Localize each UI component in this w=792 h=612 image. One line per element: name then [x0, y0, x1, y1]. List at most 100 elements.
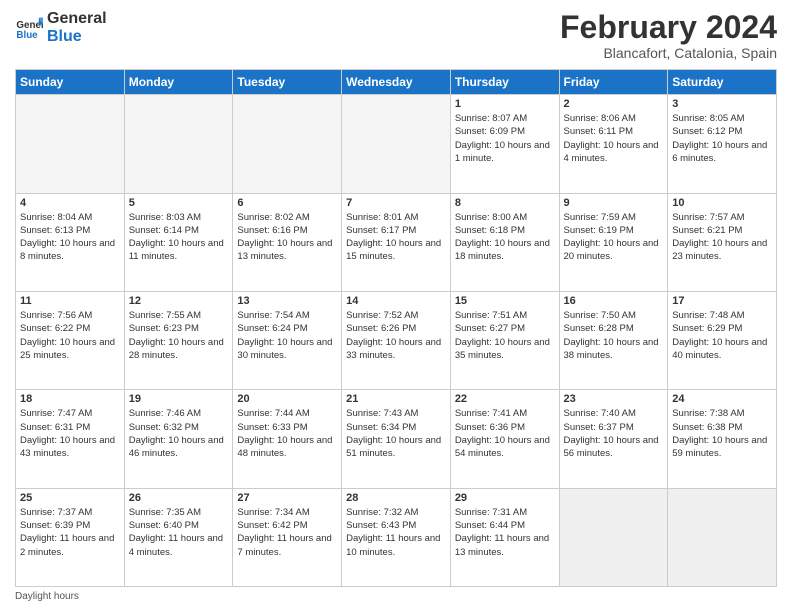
calendar-header-tuesday: Tuesday — [233, 70, 342, 95]
day-info: Sunrise: 8:03 AMSunset: 6:14 PMDaylight:… — [129, 211, 229, 264]
day-number: 10 — [672, 197, 772, 209]
day-info: Sunrise: 7:43 AMSunset: 6:34 PMDaylight:… — [346, 407, 446, 460]
calendar-cell: 23Sunrise: 7:40 AMSunset: 6:37 PMDayligh… — [559, 390, 668, 488]
day-number: 18 — [20, 393, 120, 405]
calendar-cell: 29 Sunrise: 7:31 AMSunset: 6:44 PMDayligh… — [450, 488, 559, 586]
day-number: 25 — [20, 492, 120, 504]
day-info: Sunrise: 8:01 AMSunset: 6:17 PMDaylight:… — [346, 211, 446, 264]
day-number: 19 — [129, 393, 229, 405]
logo-icon: General Blue — [15, 14, 43, 42]
calendar-cell: 14Sunrise: 7:52 AMSunset: 6:26 PMDayligh… — [342, 291, 451, 389]
header: General Blue General Blue February 2024 … — [15, 10, 777, 61]
title-block: February 2024 Blancafort, Catalonia, Spa… — [560, 10, 777, 61]
calendar-header-monday: Monday — [124, 70, 233, 95]
calendar-cell: 28 Sunrise: 7:32 AMSunset: 6:43 PMDayligh… — [342, 488, 451, 586]
day-info: Sunrise: 7:50 AMSunset: 6:28 PMDaylight:… — [564, 309, 664, 362]
calendar-cell: 4 Sunrise: 8:04 AMSunset: 6:13 PMDaylight… — [16, 193, 125, 291]
calendar-cell: 2Sunrise: 8:06 AMSunset: 6:11 PMDaylight… — [559, 95, 668, 193]
day-number: 1 — [455, 98, 555, 110]
calendar-header-thursday: Thursday — [450, 70, 559, 95]
calendar-cell: 19 Sunrise: 7:46 AMSunset: 6:32 PMDayligh… — [124, 390, 233, 488]
day-number: 27 — [237, 492, 337, 504]
calendar-row-2: 11 Sunrise: 7:56 AMSunset: 6:22 PMDayligh… — [16, 291, 777, 389]
logo-line1: General — [47, 10, 107, 28]
day-number: 12 — [129, 295, 229, 307]
day-info: Sunrise: 8:07 AMSunset: 6:09 PMDaylight:… — [455, 112, 555, 165]
day-info: Sunrise: 7:59 AMSunset: 6:19 PMDaylight:… — [564, 211, 664, 264]
day-number: 17 — [672, 295, 772, 307]
calendar-cell: 11 Sunrise: 7:56 AMSunset: 6:22 PMDayligh… — [16, 291, 125, 389]
calendar-cell: 6 Sunrise: 8:02 AMSunset: 6:16 PMDaylight… — [233, 193, 342, 291]
day-info: Sunrise: 7:55 AMSunset: 6:23 PMDaylight:… — [129, 309, 229, 362]
day-number: 22 — [455, 393, 555, 405]
calendar-cell: 22 Sunrise: 7:41 AMSunset: 6:36 PMDayligh… — [450, 390, 559, 488]
day-info: Sunrise: 7:52 AMSunset: 6:26 PMDaylight:… — [346, 309, 446, 362]
calendar-cell: 7 Sunrise: 8:01 AMSunset: 6:17 PMDaylight… — [342, 193, 451, 291]
day-info: Sunrise: 8:04 AMSunset: 6:13 PMDaylight:… — [20, 211, 120, 264]
day-number: 28 — [346, 492, 446, 504]
day-info: Sunrise: 8:00 AMSunset: 6:18 PMDaylight:… — [455, 211, 555, 264]
calendar-cell: 26 Sunrise: 7:35 AMSunset: 6:40 PMDayligh… — [124, 488, 233, 586]
day-info: Sunrise: 7:32 AMSunset: 6:43 PMDaylight:… — [346, 506, 446, 559]
day-info: Sunrise: 7:35 AMSunset: 6:40 PMDaylight:… — [129, 506, 229, 559]
day-number: 11 — [20, 295, 120, 307]
day-info: Sunrise: 7:56 AMSunset: 6:22 PMDaylight:… — [20, 309, 120, 362]
calendar-cell: 1 Sunrise: 8:07 AMSunset: 6:09 PMDaylight… — [450, 95, 559, 193]
day-info: Sunrise: 8:05 AMSunset: 6:12 PMDaylight:… — [672, 112, 772, 165]
calendar-cell: 3 Sunrise: 8:05 AMSunset: 6:12 PMDaylight… — [668, 95, 777, 193]
day-info: Sunrise: 7:47 AMSunset: 6:31 PMDaylight:… — [20, 407, 120, 460]
logo: General Blue General Blue — [15, 10, 107, 45]
day-info: Sunrise: 7:54 AMSunset: 6:24 PMDaylight:… — [237, 309, 337, 362]
calendar-cell: 9 Sunrise: 7:59 AMSunset: 6:19 PMDaylight… — [559, 193, 668, 291]
calendar-cell: 13 Sunrise: 7:54 AMSunset: 6:24 PMDayligh… — [233, 291, 342, 389]
calendar-cell — [124, 95, 233, 193]
day-info: Sunrise: 7:46 AMSunset: 6:32 PMDaylight:… — [129, 407, 229, 460]
page: General Blue General Blue February 2024 … — [0, 0, 792, 612]
calendar-header-row: SundayMondayTuesdayWednesdayThursdayFrid… — [16, 70, 777, 95]
calendar-cell — [559, 488, 668, 586]
day-number: 6 — [237, 197, 337, 209]
calendar-cell: 24Sunrise: 7:38 AMSunset: 6:38 PMDayligh… — [668, 390, 777, 488]
day-number: 4 — [20, 197, 120, 209]
calendar-cell — [233, 95, 342, 193]
day-number: 29 — [455, 492, 555, 504]
day-number: 9 — [564, 197, 664, 209]
svg-text:Blue: Blue — [16, 29, 38, 40]
calendar-cell: 25 Sunrise: 7:37 AMSunset: 6:39 PMDayligh… — [16, 488, 125, 586]
day-info: Sunrise: 7:37 AMSunset: 6:39 PMDaylight:… — [20, 506, 120, 559]
calendar-row-4: 25 Sunrise: 7:37 AMSunset: 6:39 PMDayligh… — [16, 488, 777, 586]
calendar-cell — [668, 488, 777, 586]
day-number: 3 — [672, 98, 772, 110]
calendar-header-wednesday: Wednesday — [342, 70, 451, 95]
day-info: Sunrise: 7:31 AMSunset: 6:44 PMDaylight:… — [455, 506, 555, 559]
day-number: 24 — [672, 393, 772, 405]
day-info: Sunrise: 7:34 AMSunset: 6:42 PMDaylight:… — [237, 506, 337, 559]
calendar-cell: 18 Sunrise: 7:47 AMSunset: 6:31 PMDayligh… — [16, 390, 125, 488]
main-title: February 2024 — [560, 10, 777, 45]
calendar-cell: 27 Sunrise: 7:34 AMSunset: 6:42 PMDayligh… — [233, 488, 342, 586]
day-info: Sunrise: 7:48 AMSunset: 6:29 PMDaylight:… — [672, 309, 772, 362]
day-number: 13 — [237, 295, 337, 307]
calendar-cell: 12 Sunrise: 7:55 AMSunset: 6:23 PMDayligh… — [124, 291, 233, 389]
calendar-cell: 16 Sunrise: 7:50 AMSunset: 6:28 PMDayligh… — [559, 291, 668, 389]
calendar-cell: 21 Sunrise: 7:43 AMSunset: 6:34 PMDayligh… — [342, 390, 451, 488]
day-info: Sunrise: 7:41 AMSunset: 6:36 PMDaylight:… — [455, 407, 555, 460]
day-number: 20 — [237, 393, 337, 405]
day-info: Sunrise: 7:44 AMSunset: 6:33 PMDaylight:… — [237, 407, 337, 460]
calendar-row-1: 4 Sunrise: 8:04 AMSunset: 6:13 PMDaylight… — [16, 193, 777, 291]
calendar-cell: 15Sunrise: 7:51 AMSunset: 6:27 PMDayligh… — [450, 291, 559, 389]
day-info: Sunrise: 7:51 AMSunset: 6:27 PMDaylight:… — [455, 309, 555, 362]
day-number: 23 — [564, 393, 664, 405]
day-info: Sunrise: 8:02 AMSunset: 6:16 PMDaylight:… — [237, 211, 337, 264]
calendar-cell — [16, 95, 125, 193]
day-number: 8 — [455, 197, 555, 209]
day-number: 7 — [346, 197, 446, 209]
day-number: 16 — [564, 295, 664, 307]
calendar-header-saturday: Saturday — [668, 70, 777, 95]
calendar-row-0: 1 Sunrise: 8:07 AMSunset: 6:09 PMDaylight… — [16, 95, 777, 193]
calendar-header-sunday: Sunday — [16, 70, 125, 95]
day-number: 26 — [129, 492, 229, 504]
day-number: 2 — [564, 98, 664, 110]
calendar-header-friday: Friday — [559, 70, 668, 95]
day-number: 21 — [346, 393, 446, 405]
